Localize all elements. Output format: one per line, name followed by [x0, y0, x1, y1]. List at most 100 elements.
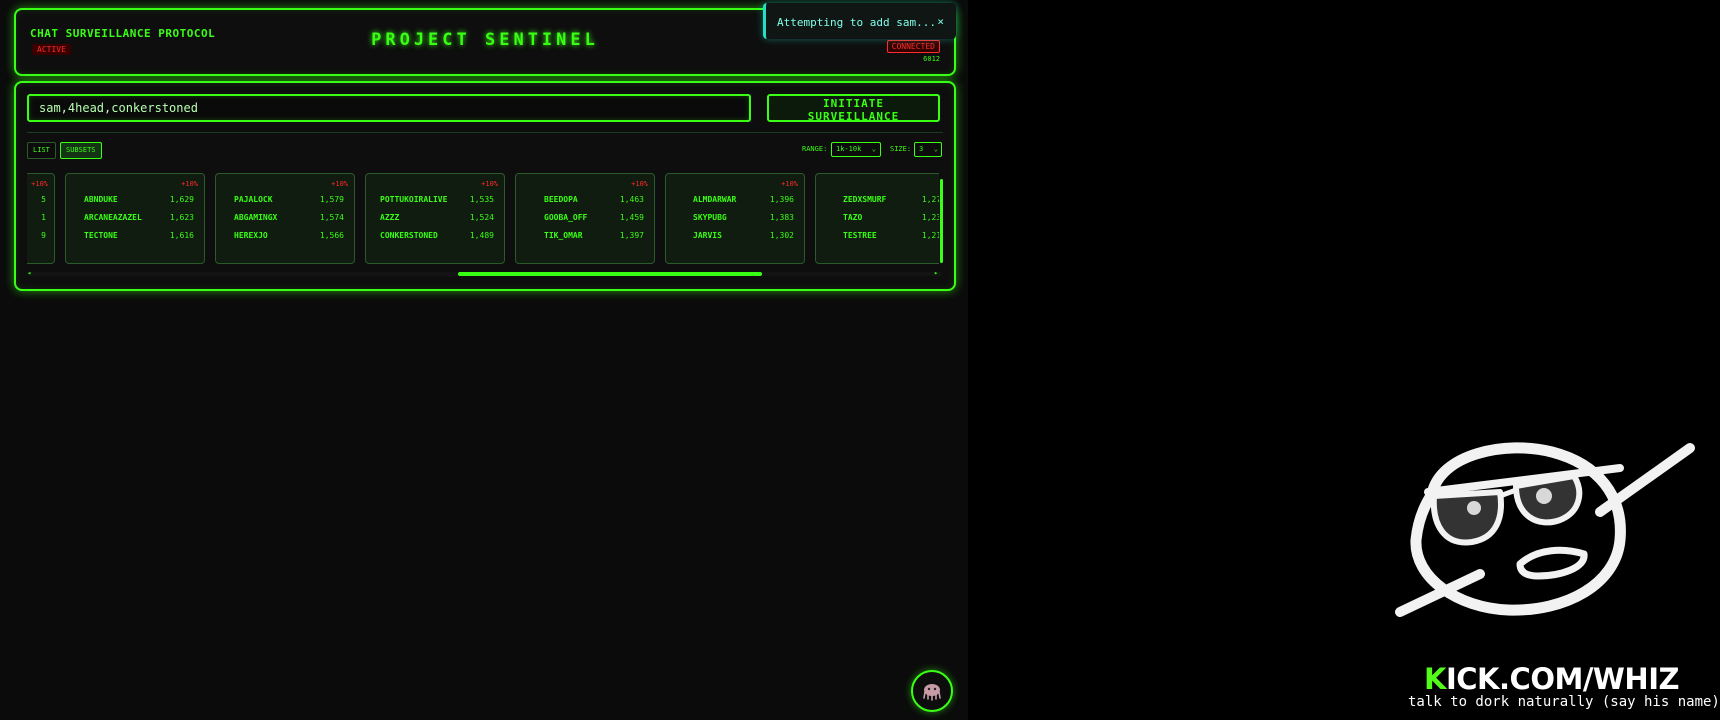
card-row: CONKERSTONED 1,489	[380, 231, 494, 245]
user-score: 1,459	[619, 213, 644, 222]
user-score: 1,616	[169, 231, 194, 240]
growth-badge: +10%	[481, 180, 498, 188]
size-label: SIZE:	[890, 145, 912, 153]
subset-card[interactable]: +10% PAJALOCK 1,579 ABGAMINGX 1,574 HEREXJ…	[215, 173, 355, 264]
username: TECTONE	[84, 231, 118, 240]
user-score: 1,397	[619, 231, 644, 240]
user-score: 1,230	[921, 213, 939, 222]
user-score: 1,524	[469, 213, 494, 222]
user-score: 1,396	[769, 195, 794, 204]
card-row: TECTONE 1,616	[84, 231, 194, 245]
card-row: ARCANEAZAZEL 1,623	[84, 213, 194, 227]
card-row: TAZO 1,230	[843, 213, 939, 227]
username-input[interactable]	[27, 94, 751, 122]
range-value: 1k-10k	[836, 145, 862, 153]
subset-carousel[interactable]: +10% 5 1 9 +10% ABNDUKE 1,629 ARCANEAZAZE…	[27, 173, 939, 266]
username: TAZO	[843, 213, 863, 222]
scroll-left-icon[interactable]: ◂	[27, 269, 31, 277]
user-score: 1,273	[921, 195, 939, 204]
card-row: BEEDOPA 1,463	[544, 195, 644, 209]
horizontal-scrollbar-thumb[interactable]	[458, 272, 762, 276]
kick-url: ICK.COM/WHIZ	[1445, 662, 1680, 696]
card-row: ABNDUKE 1,629	[84, 195, 194, 209]
tab-list[interactable]: LIST	[27, 142, 56, 159]
size-select[interactable]: 3 ⌄	[914, 142, 942, 157]
creature-icon	[923, 684, 941, 701]
user-score: 9	[41, 231, 46, 240]
subset-card[interactable]: +10% POTTUKOIRALIVE 1,535 AZZZ 1,524 CONKE…	[365, 173, 505, 264]
username: JARVIS	[693, 231, 722, 240]
growth-badge: +10%	[781, 180, 798, 188]
card-row: 9	[27, 231, 46, 245]
subset-card[interactable]: +10% 5 1 9	[27, 173, 55, 264]
user-score: 1	[41, 213, 46, 222]
username: ABNDUKE	[84, 195, 118, 204]
notification-toast: Attempting to add sam... ×	[763, 3, 956, 39]
user-score: 1,566	[319, 231, 344, 240]
overlay-tagline: talk to dork naturally (say his name)	[1408, 694, 1720, 710]
scroll-right-icon[interactable]: ▸	[934, 269, 938, 277]
username: CONKERSTONED	[380, 231, 438, 240]
growth-badge: +10%	[331, 180, 348, 188]
user-score: 1,463	[619, 195, 644, 204]
card-row: ABGAMINGX 1,574	[234, 213, 344, 227]
card-row: ZEDXSMURF 1,273	[843, 195, 939, 209]
user-score: 1,535	[469, 195, 494, 204]
chevron-down-icon: ⌄	[933, 145, 938, 153]
user-score: 1,579	[319, 195, 344, 204]
card-row: AZZZ 1,524	[380, 213, 494, 227]
surveillance-panel: INITIATE SURVEILLANCE LIST SUBSETS RANGE…	[14, 81, 956, 291]
username: ARCANEAZAZEL	[84, 213, 142, 222]
mascot-sketch	[1395, 442, 1695, 617]
size-value: 3	[919, 145, 924, 153]
user-score: 1,383	[769, 213, 794, 222]
growth-badge: +10%	[631, 180, 648, 188]
toast-message: Attempting to add sam...	[777, 16, 936, 29]
user-score: 1,489	[469, 231, 494, 240]
status-badge: CONNECTED	[886, 40, 940, 53]
card-row: PAJALOCK 1,579	[234, 195, 344, 209]
growth-badge: +10%	[181, 180, 198, 188]
growth-badge: +10%	[31, 180, 48, 188]
user-score: 1,629	[169, 195, 194, 204]
card-row: 5	[27, 195, 46, 209]
card-row: GOOBA_OFF 1,459	[544, 213, 644, 227]
card-row: POTTUKOIRALIVE 1,535	[380, 195, 494, 209]
user-count: 6012	[923, 55, 940, 63]
username: HEREXJO	[234, 231, 268, 240]
subset-card[interactable]: +10% ALMDARWAR 1,396 SKYPUBG 1,383 JARVIS 1…	[665, 173, 805, 264]
close-icon[interactable]: ×	[937, 15, 944, 28]
card-row: 1	[27, 213, 46, 227]
username: PAJALOCK	[234, 195, 273, 204]
user-score: 1,210	[921, 231, 939, 240]
subset-card[interactable]: ZEDXSMURF 1,273 TAZO 1,230 TESTREE 1,210	[815, 173, 939, 264]
kick-k: K	[1424, 662, 1446, 696]
sentinel-app: CHAT SURVEILLANCE PROTOCOL ACTIVE PROJEC…	[0, 0, 968, 720]
user-score: 1,574	[319, 213, 344, 222]
tab-subsets[interactable]: SUBSETS	[60, 142, 102, 159]
mascot-button[interactable]	[911, 670, 953, 712]
subset-card[interactable]: +10% ABNDUKE 1,629 ARCANEAZAZEL 1,623 TECT…	[65, 173, 205, 264]
username: BEEDOPA	[544, 195, 578, 204]
range-select[interactable]: 1k-10k ⌄	[831, 142, 881, 157]
user-score: 1,623	[169, 213, 194, 222]
card-row: TIK_OMAR 1,397	[544, 231, 644, 245]
user-score: 5	[41, 195, 46, 204]
brand-logo: KICK.COM/WHIZ	[1424, 662, 1680, 696]
initiate-surveillance-button[interactable]: INITIATE SURVEILLANCE	[767, 94, 940, 123]
username: AZZZ	[380, 213, 400, 222]
range-label: RANGE:	[802, 145, 828, 153]
user-score: 1,302	[769, 231, 794, 240]
username: TESTREE	[843, 231, 877, 240]
username: GOOBA_OFF	[544, 213, 588, 222]
divider	[27, 132, 943, 133]
username: ABGAMINGX	[234, 213, 278, 222]
username: TIK_OMAR	[544, 231, 583, 240]
username: SKYPUBG	[693, 213, 727, 222]
vertical-scrollbar[interactable]	[940, 179, 943, 263]
card-row: TESTREE 1,210	[843, 231, 939, 245]
chevron-down-icon: ⌄	[871, 145, 876, 153]
card-row: JARVIS 1,302	[693, 231, 794, 245]
subset-card[interactable]: +10% BEEDOPA 1,463 GOOBA_OFF 1,459 TIK_OMA…	[515, 173, 655, 264]
card-row: ALMDARWAR 1,396	[693, 195, 794, 209]
